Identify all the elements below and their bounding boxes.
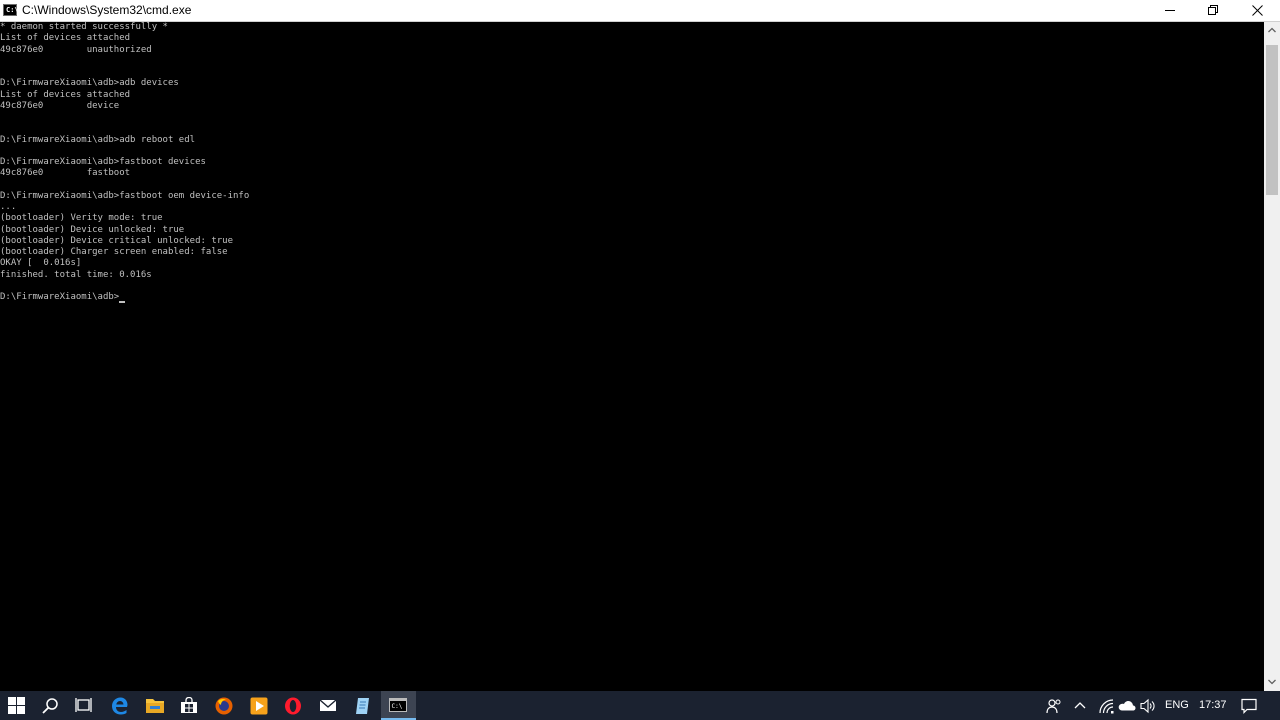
console-line: ... (0, 202, 17, 212)
people-icon (1046, 699, 1061, 714)
people-button[interactable] (1043, 691, 1065, 720)
task-view-icon (75, 698, 92, 712)
taskbar-app-mail[interactable] (311, 691, 346, 720)
scroll-down-button[interactable] (1264, 674, 1280, 691)
text-cursor (119, 301, 126, 304)
console-line: D:\FirmwareXiaomi\adb>fastboot devices (0, 157, 206, 167)
action-center-button[interactable] (1237, 691, 1261, 720)
console-line: finished. total time: 0.016s (0, 269, 152, 280)
start-icon (8, 697, 25, 714)
media-player-icon (250, 697, 268, 715)
onedrive-icon (1118, 701, 1136, 711)
task-view-button[interactable] (67, 691, 102, 720)
taskbar-app-store[interactable] (172, 691, 207, 720)
taskbar-app-file-explorer[interactable] (138, 691, 173, 720)
minimize-button[interactable] (1149, 0, 1193, 21)
console-line: (bootloader) Verity mode: true (0, 213, 163, 224)
console-line: (bootloader) Device critical unlocked: t… (0, 235, 233, 246)
action-center-icon (1241, 698, 1257, 714)
show-hidden-icons-button[interactable] (1071, 691, 1091, 720)
console-line: OKAY [ 0.016s] (0, 258, 82, 269)
console-prompt: D:\FirmwareXiaomi\adb> (0, 292, 120, 302)
search-icon (42, 698, 58, 714)
scroll-up-button[interactable] (1264, 22, 1280, 39)
restore-icon (1208, 5, 1218, 15)
chevron-down-icon (1268, 679, 1276, 685)
console-line: 49c876e0 unauthorized (0, 44, 152, 55)
notepad-icon (356, 698, 369, 714)
mail-icon (319, 699, 337, 711)
volume-button[interactable] (1139, 691, 1157, 720)
console-line: List of devices attached (0, 33, 131, 44)
wifi-icon (1099, 699, 1114, 714)
onedrive-button[interactable] (1117, 691, 1137, 720)
taskbar-app-edge[interactable] (103, 691, 138, 720)
console-line: (bootloader) Charger screen enabled: fal… (0, 247, 228, 257)
start-button[interactable] (0, 691, 35, 720)
svg-text:C:\: C:\ (392, 703, 403, 710)
console-line: * daemon started successfully * (0, 22, 168, 32)
taskbar-app-notepad[interactable] (346, 691, 381, 720)
console-line: D:\FirmwareXiaomi\adb>adb devices (0, 78, 179, 89)
console-line: 49c876e0 fastboot (0, 168, 131, 179)
console-line: 49c876e0 device (0, 100, 120, 111)
console-line: D:\FirmwareXiaomi\adb>adb reboot edl (0, 134, 196, 145)
network-button[interactable] (1096, 691, 1116, 720)
firefox-icon (215, 697, 233, 715)
vertical-scrollbar[interactable] (1264, 22, 1280, 691)
taskbar-app-cmd[interactable]: C:\ (381, 691, 416, 720)
cmd-icon[interactable]: C:\ (3, 4, 19, 16)
clock[interactable]: 17:37 (1199, 699, 1227, 711)
restore-button[interactable] (1192, 0, 1236, 21)
cmd-icon: C:\ (389, 698, 407, 712)
console-prompt-line[interactable]: D:\FirmwareXiaomi\adb> (0, 292, 1263, 304)
opera-icon (285, 697, 301, 715)
chevron-up-icon (1074, 702, 1086, 709)
taskbar: C:\ ENG 17:37 (0, 691, 1280, 720)
console-output[interactable]: * daemon started successfully * List of … (0, 22, 1263, 691)
edge-icon (112, 697, 128, 715)
console-line: D:\FirmwareXiaomi\adb>fastboot oem devic… (0, 190, 250, 201)
console-line: (bootloader) Device unlocked: true (0, 224, 185, 235)
taskbar-app-media-player[interactable] (242, 691, 277, 720)
window-title: C:\Windows\System32\cmd.exe (22, 3, 192, 17)
taskbar-app-firefox[interactable] (207, 691, 242, 720)
chevron-up-icon (1268, 27, 1276, 33)
taskbar-app-opera[interactable] (276, 691, 311, 720)
input-language-indicator[interactable]: ENG (1165, 699, 1189, 711)
search-button[interactable] (34, 691, 69, 720)
title-bar[interactable]: C:\ C:\Windows\System32\cmd.exe (0, 0, 1280, 22)
close-button[interactable] (1236, 0, 1280, 21)
volume-icon (1140, 698, 1155, 714)
scroll-thumb[interactable] (1266, 45, 1278, 195)
file-explorer-icon (146, 699, 164, 713)
store-icon (181, 697, 197, 713)
console-line: List of devices attached (0, 89, 131, 100)
minimize-icon (1165, 10, 1175, 11)
close-icon (1252, 5, 1263, 16)
